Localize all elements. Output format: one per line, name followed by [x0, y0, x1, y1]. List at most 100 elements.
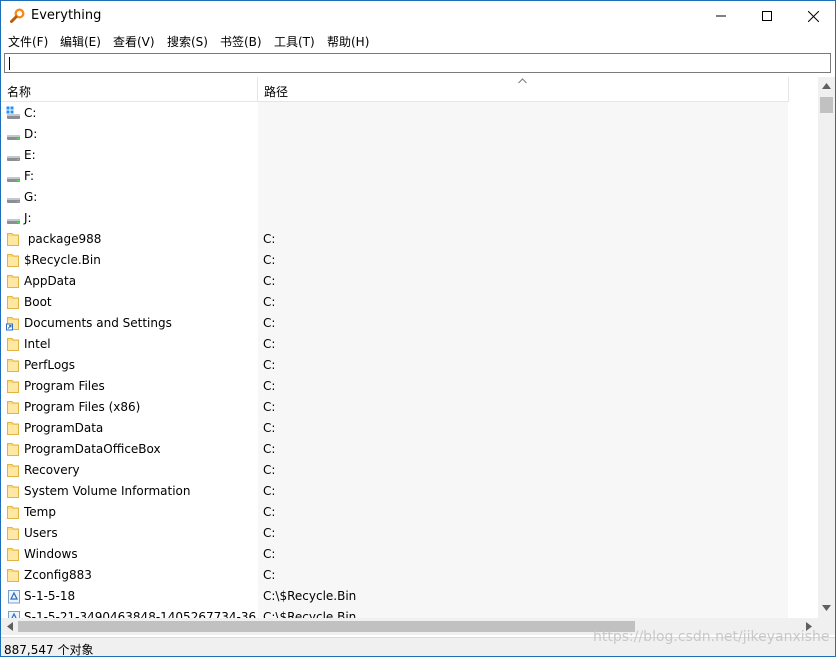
item-name: $Recycle.Bin	[24, 253, 101, 267]
magnifier-app-icon	[10, 8, 25, 23]
sort-ascending-icon	[518, 78, 527, 84]
minimize-button[interactable]	[698, 1, 744, 31]
item-name: Program Files	[24, 379, 105, 393]
list-item[interactable]: Program Files (x86) C:	[1, 397, 818, 418]
list-item[interactable]: Boot C:	[1, 292, 818, 313]
item-path: C:	[263, 484, 276, 498]
menu-file[interactable]: 文件(F)	[8, 33, 48, 50]
list-item[interactable]: Intel C:	[1, 334, 818, 355]
drive-icon	[6, 190, 22, 205]
list-item[interactable]: ProgramData C:	[1, 418, 818, 439]
item-path: C:	[263, 358, 276, 372]
list-item[interactable]: E:	[1, 145, 818, 166]
item-path: C:	[263, 274, 276, 288]
menu-help[interactable]: 帮助(H)	[327, 33, 369, 50]
scroll-left-icon[interactable]	[7, 622, 13, 631]
vertical-scrollbar[interactable]	[818, 77, 835, 618]
recycle-bin-icon	[6, 589, 22, 604]
scroll-down-icon[interactable]	[822, 605, 831, 611]
list-item[interactable]: G:	[1, 187, 818, 208]
folder-icon	[6, 379, 22, 394]
everything-window: Everything 文件(F) 编辑(E) 查看(V) 搜索(S) 书签(B)…	[0, 0, 836, 657]
drive-icon	[6, 169, 22, 184]
watermark: https://blog.csdn.net/jikeyanxishe	[593, 629, 830, 645]
list-item[interactable]: $Recycle.Bin C:	[1, 250, 818, 271]
menu-search[interactable]: 搜索(S)	[167, 33, 208, 50]
item-path: C:	[263, 421, 276, 435]
item-path: C:	[263, 316, 276, 330]
list-item[interactable]: F:	[1, 166, 818, 187]
list-item[interactable]: Windows C:	[1, 544, 818, 565]
list-item[interactable]: Users C:	[1, 523, 818, 544]
menu-edit[interactable]: 编辑(E)	[60, 33, 101, 50]
close-button[interactable]	[790, 1, 835, 31]
folder-icon	[6, 337, 22, 352]
column-header-name-label: 名称	[7, 85, 32, 99]
maximize-button[interactable]	[744, 1, 790, 31]
menu-view[interactable]: 查看(V)	[113, 33, 155, 50]
vertical-scroll-thumb[interactable]	[820, 97, 833, 113]
item-path: C:	[263, 463, 276, 477]
text-caret	[9, 57, 10, 70]
column-header-name[interactable]: 名称	[1, 77, 258, 102]
item-name: System Volume Information	[24, 484, 191, 498]
item-name: G:	[24, 190, 38, 204]
drive-icon	[6, 211, 22, 226]
item-path: C:	[263, 505, 276, 519]
close-icon	[807, 10, 819, 22]
list-item[interactable]: Program Files C:	[1, 376, 818, 397]
item-path: C:	[263, 568, 276, 582]
item-path: C:	[263, 442, 276, 456]
menu-tools[interactable]: 工具(T)	[274, 33, 315, 50]
list-item[interactable]: Temp C:	[1, 502, 818, 523]
column-header-path[interactable]: 路径	[258, 77, 789, 102]
menu-bookmarks[interactable]: 书签(B)	[220, 33, 262, 50]
item-path: C:	[263, 379, 276, 393]
item-name: S-1-5-18	[24, 589, 76, 603]
item-path: C:	[263, 295, 276, 309]
folder-icon	[6, 568, 22, 583]
scroll-up-icon[interactable]	[822, 83, 831, 89]
folder-icon	[6, 463, 22, 478]
horizontal-scroll-thumb[interactable]	[18, 621, 635, 632]
item-name: package988	[24, 232, 102, 246]
list-item[interactable]: System Volume Information C:	[1, 481, 818, 502]
folder-icon	[6, 421, 22, 436]
search-box[interactable]	[4, 53, 831, 73]
folder-icon	[6, 484, 22, 499]
item-name: ProgramData	[24, 421, 104, 435]
list-item[interactable]: package988 C:	[1, 229, 818, 250]
item-name: Intel	[24, 337, 51, 351]
list-item[interactable]: AppData C:	[1, 271, 818, 292]
item-name: D:	[24, 127, 38, 141]
title-bar[interactable]: Everything	[1, 1, 835, 31]
results-list: 名称 路径 C: D: E: F: G: J: package988 C: $Recycle.…	[1, 77, 835, 641]
item-name: ProgramDataOfficeBox	[24, 442, 161, 456]
folder-icon	[6, 547, 22, 562]
list-item[interactable]: J:	[1, 208, 818, 229]
window-title: Everything	[31, 8, 102, 23]
folder-icon	[6, 358, 22, 373]
item-name: Windows	[24, 547, 78, 561]
list-item[interactable]: C:	[1, 103, 818, 124]
drive-windows-icon	[6, 106, 22, 121]
item-name: Documents and Settings	[24, 316, 172, 330]
list-item[interactable]: Recovery C:	[1, 460, 818, 481]
result-rows: C: D: E: F: G: J: package988 C: $Recycle.Bin C: A…	[1, 103, 818, 619]
item-name: PerfLogs	[24, 358, 76, 372]
folder-icon	[6, 253, 22, 268]
item-path: C:	[263, 526, 276, 540]
folder-icon	[6, 526, 22, 541]
minimize-icon	[716, 15, 726, 17]
list-item[interactable]: Documents and Settings C:	[1, 313, 818, 334]
list-item[interactable]: ProgramDataOfficeBox C:	[1, 439, 818, 460]
folder-icon	[6, 232, 22, 247]
list-item[interactable]: PerfLogs C:	[1, 355, 818, 376]
list-item[interactable]: S-1-5-18 C:\$Recycle.Bin	[1, 586, 818, 607]
item-name: E:	[24, 148, 36, 162]
item-name: AppData	[24, 274, 77, 288]
list-item[interactable]: Zconfig883 C:	[1, 565, 818, 586]
list-item[interactable]: D:	[1, 124, 818, 145]
item-path: C:	[263, 253, 276, 267]
search-input[interactable]	[13, 55, 813, 71]
